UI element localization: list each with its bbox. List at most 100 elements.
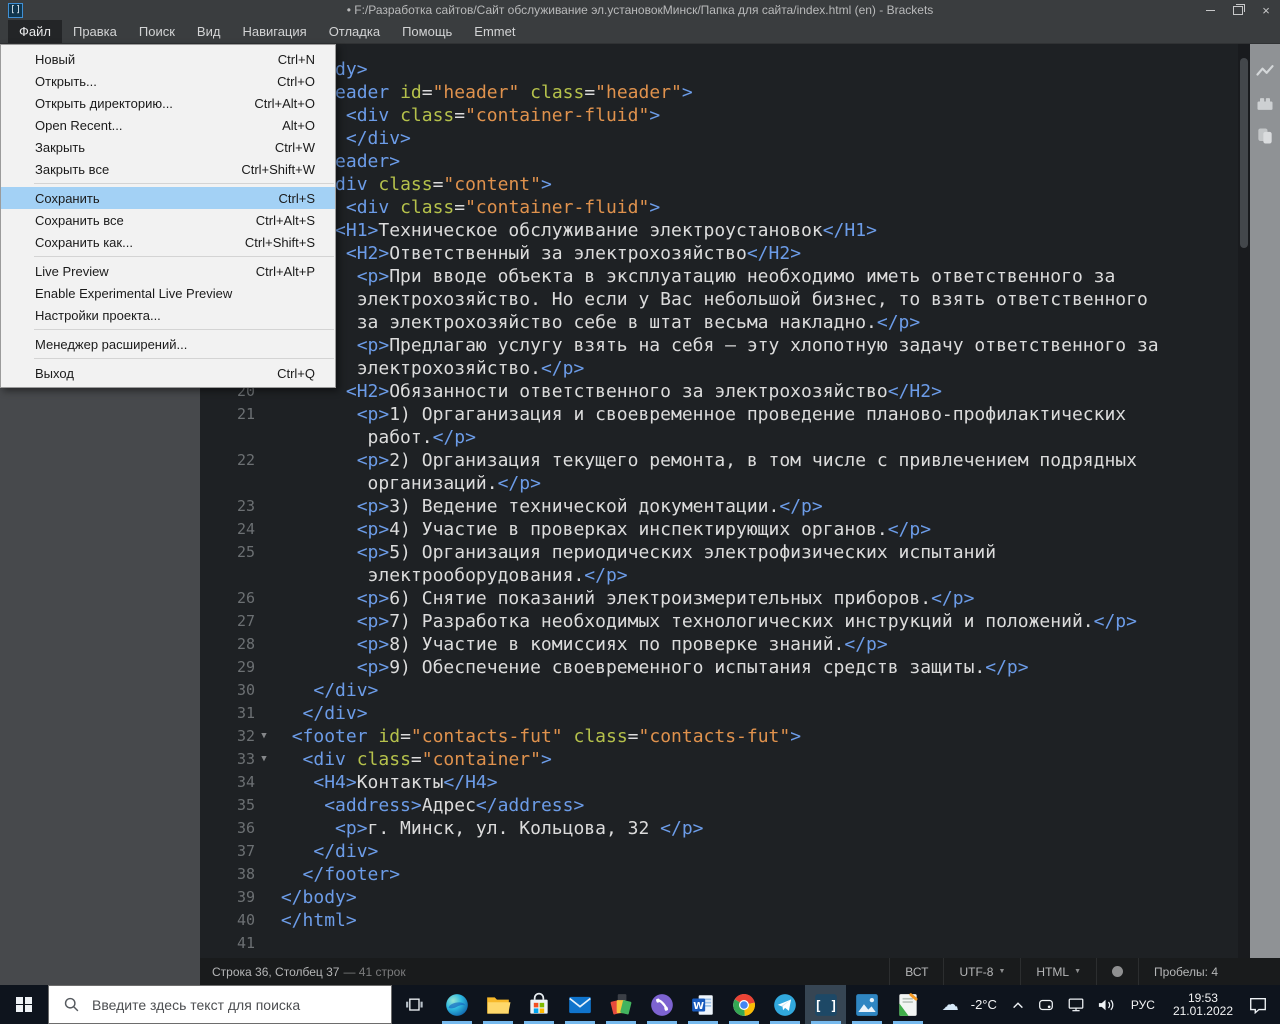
taskbar-app-picpick[interactable] <box>600 985 641 1024</box>
code-line[interactable]: 35 <address>Адрес</address> <box>200 794 1238 817</box>
file-menu-item-13[interactable]: Выход Ctrl+Q <box>1 362 335 384</box>
code-line[interactable]: работ.</p> <box>200 426 1238 449</box>
file-menu-item-9[interactable]: Live Preview Ctrl+Alt+P <box>1 260 335 282</box>
menubar-item-0[interactable]: Файл <box>8 20 62 43</box>
lint-status[interactable] <box>1096 958 1138 985</box>
code-line[interactable]: 38 </footer> <box>200 863 1238 886</box>
code-line[interactable]: 27 <p>7) Разработка необходимых технолог… <box>200 610 1238 633</box>
file-menu-item-5[interactable]: Закрыть все Ctrl+Shift+W <box>1 158 335 180</box>
taskbar-app-chrome[interactable] <box>723 985 764 1024</box>
file-menu-item-12[interactable]: Менеджер расширений... <box>1 333 335 355</box>
code-line[interactable]: 16 <H1>Техническое обслуживание электроу… <box>200 219 1238 242</box>
minimize-button[interactable] <box>1196 0 1224 20</box>
menubar-item-1[interactable]: Правка <box>62 20 128 43</box>
snippets-icon[interactable] <box>1255 126 1275 146</box>
code-line[interactable]: 12 </div> <box>200 127 1238 150</box>
file-menu-item-11[interactable]: Настройки проекта... <box>1 304 335 326</box>
taskbar-search-input[interactable]: Введите здесь текст для поиска <box>48 985 392 1024</box>
code-line[interactable]: 18 <p>При вводе объекта в эксплуатацию н… <box>200 265 1238 288</box>
code-line[interactable]: 41 <box>200 932 1238 955</box>
network-button[interactable] <box>1061 985 1091 1024</box>
file-menu-item-0[interactable]: Новый Ctrl+N <box>1 48 335 70</box>
code-line[interactable]: 10 <header id="header" class="header"> <box>200 81 1238 104</box>
menubar-item-6[interactable]: Помощь <box>391 20 463 43</box>
indent-setting[interactable]: Пробелы: 4 <box>1138 958 1233 985</box>
language-indicator[interactable]: РУС <box>1122 985 1164 1024</box>
live-preview-icon[interactable] <box>1255 62 1275 82</box>
file-menu-item-10[interactable]: Enable Experimental Live Preview <box>1 282 335 304</box>
file-menu-item-8[interactable]: Сохранить как... Ctrl+Shift+S <box>1 231 335 253</box>
code-line[interactable]: 24 <p>4) Участие в проверках инспектирую… <box>200 518 1238 541</box>
tray-expand-button[interactable] <box>1005 985 1031 1024</box>
menubar-item-3[interactable]: Вид <box>186 20 232 43</box>
code-line[interactable]: 34 <H4>Контакты</H4> <box>200 771 1238 794</box>
taskbar-app-photos[interactable] <box>846 985 887 1024</box>
code-line[interactable]: 30 </div> <box>200 679 1238 702</box>
code-line[interactable]: 28 <p>8) Участие в комиссиях по проверке… <box>200 633 1238 656</box>
file-menu-item-3[interactable]: Open Recent... Alt+O <box>1 114 335 136</box>
code-editor[interactable]: 9 <body>10 <header id="header" class="he… <box>200 44 1238 958</box>
code-line[interactable]: 17 <H2>Ответственный за электрохозяйство… <box>200 242 1238 265</box>
code-line[interactable]: 19 <p>Предлагаю услугу взять на себя — э… <box>200 334 1238 357</box>
menubar-item-5[interactable]: Отладка <box>318 20 391 43</box>
fold-arrow-icon[interactable]: ▼ <box>258 748 270 771</box>
menubar-item-2[interactable]: Поиск <box>128 20 186 43</box>
menubar-item-4[interactable]: Навигация <box>231 20 317 43</box>
file-menu-item-1[interactable]: Открыть... Ctrl+O <box>1 70 335 92</box>
taskbar-app-text-editor[interactable] <box>887 985 928 1024</box>
file-menu-item-2[interactable]: Открыть директорию... Ctrl+Alt+O <box>1 92 335 114</box>
file-menu-item-7[interactable]: Сохранить все Ctrl+Alt+S <box>1 209 335 231</box>
file-menu-item-6[interactable]: Сохранить Ctrl+S <box>1 187 335 209</box>
code-line[interactable]: электрохозяйство.</p> <box>200 357 1238 380</box>
code-line[interactable]: 9 <body> <box>200 58 1238 81</box>
code-line[interactable]: 37 </div> <box>200 840 1238 863</box>
code-line[interactable]: 40 </html> <box>200 909 1238 932</box>
start-button[interactable] <box>0 985 48 1024</box>
maximize-button[interactable] <box>1224 0 1252 20</box>
code-line[interactable]: 26 <p>6) Снятие показаний электроизмерит… <box>200 587 1238 610</box>
close-button[interactable]: × <box>1252 0 1280 20</box>
taskbar-app-telegram[interactable] <box>764 985 805 1024</box>
extension-manager-icon[interactable] <box>1255 94 1275 114</box>
taskbar-app-brackets[interactable]: [ ] <box>805 985 846 1024</box>
code-line[interactable]: 36 <p>г. Минск, ул. Кольцова, 32 </p> <box>200 817 1238 840</box>
taskbar-app-store[interactable] <box>518 985 559 1024</box>
temperature-label[interactable]: -2°C <box>965 985 1005 1024</box>
code-line[interactable]: 13 </header> <box>200 150 1238 173</box>
code-line[interactable]: 22 <p>2) Организация текущего ремонта, в… <box>200 449 1238 472</box>
code-line[interactable]: 32 ▼ <footer id="contacts-fut" class="con… <box>200 725 1238 748</box>
code-line[interactable]: 31 </div> <box>200 702 1238 725</box>
taskbar-app-viber[interactable] <box>641 985 682 1024</box>
code-line[interactable]: 21 <p>1) Оргаганизация и своевременное п… <box>200 403 1238 426</box>
code-line[interactable]: электрооборудования.</p> <box>200 564 1238 587</box>
editor-scrollbar[interactable] <box>1238 44 1250 958</box>
code-line[interactable]: 20 <H2>Обязанности ответственного за эле… <box>200 380 1238 403</box>
code-line[interactable]: 15 <div class="container-fluid"> <box>200 196 1238 219</box>
taskbar-app-explorer[interactable] <box>477 985 518 1024</box>
fold-arrow-icon[interactable]: ▼ <box>258 725 270 748</box>
file-menu-item-4[interactable]: Закрыть Ctrl+W <box>1 136 335 158</box>
code-line[interactable]: 39 </body> <box>200 886 1238 909</box>
encoding-selector[interactable]: UTF-8 ▼ <box>943 958 1020 985</box>
weather-widget[interactable]: ☁ <box>936 985 965 1024</box>
taskbar-app-word[interactable]: W <box>682 985 723 1024</box>
volume-button[interactable] <box>1091 985 1122 1024</box>
menubar-item-7[interactable]: Emmet <box>463 20 526 43</box>
taskbar-app-edge[interactable] <box>436 985 477 1024</box>
code-line[interactable]: организаций.</p> <box>200 472 1238 495</box>
task-view-button[interactable] <box>392 985 436 1024</box>
language-selector[interactable]: HTML ▼ <box>1020 958 1096 985</box>
code-line[interactable]: 14 <div class="content"> <box>200 173 1238 196</box>
taskbar-app-mail[interactable] <box>559 985 600 1024</box>
scrollbar-thumb[interactable] <box>1240 58 1248 248</box>
code-line[interactable]: 29 <p>9) Обеспечение своевременного испы… <box>200 656 1238 679</box>
clock-widget[interactable]: 19:53 21.01.2022 <box>1164 985 1242 1024</box>
code-line[interactable]: 33 ▼ <div class="container"> <box>200 748 1238 771</box>
code-line[interactable]: 25 <p>5) Организация периодических элект… <box>200 541 1238 564</box>
code-line[interactable]: электрохозяйство. Но если у Вас небольшо… <box>200 288 1238 311</box>
code-line[interactable]: 23 <p>3) Ведение технической документаци… <box>200 495 1238 518</box>
code-line[interactable]: 11 <div class="container-fluid"> <box>200 104 1238 127</box>
overwrite-indicator[interactable]: ВСТ <box>889 958 943 985</box>
action-center-button[interactable] <box>1242 985 1280 1024</box>
code-line[interactable]: за электрохозяйство себе в штат весьма н… <box>200 311 1238 334</box>
